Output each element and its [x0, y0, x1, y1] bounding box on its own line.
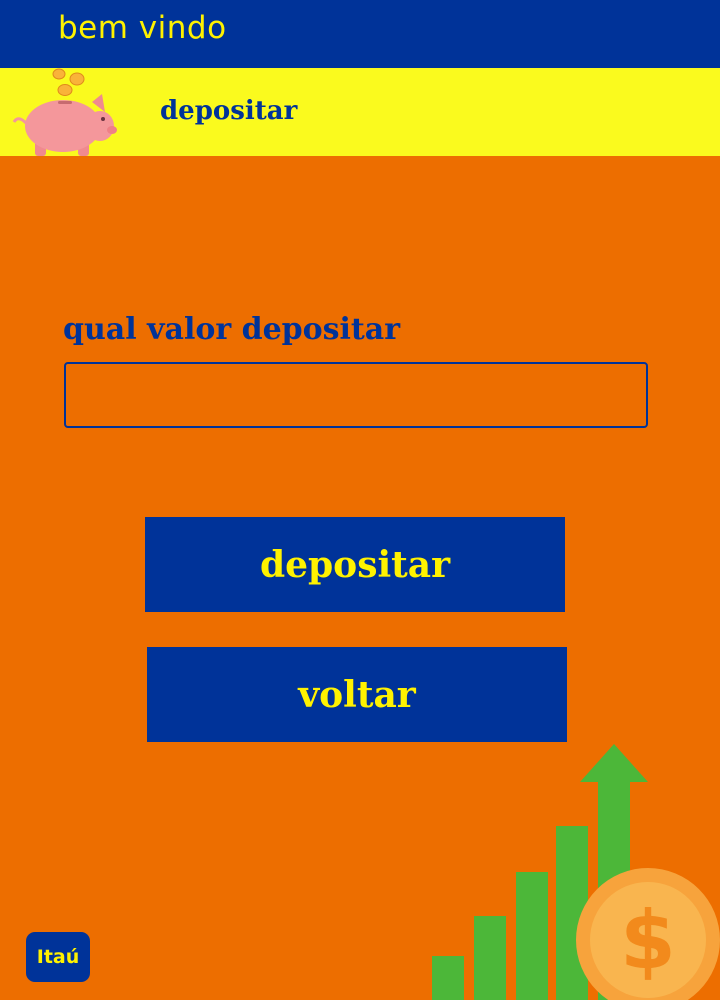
- dollar-coin-icon: $: [576, 868, 720, 1000]
- section-title: depositar: [160, 96, 298, 126]
- deposit-button[interactable]: depositar: [145, 517, 565, 612]
- amount-input[interactable]: [64, 362, 648, 428]
- svg-text:$: $: [620, 894, 676, 987]
- welcome-text: bem vindo: [58, 10, 227, 46]
- back-button[interactable]: voltar: [147, 647, 567, 742]
- top-bar: bem vindo: [0, 0, 720, 68]
- section-header: depositar: [0, 68, 720, 156]
- amount-label: qual valor depositar: [63, 312, 401, 347]
- itau-logo: Itaú: [26, 932, 90, 982]
- piggy-bank-icon: [12, 68, 117, 156]
- growth-chart-illustration: $: [432, 744, 720, 1000]
